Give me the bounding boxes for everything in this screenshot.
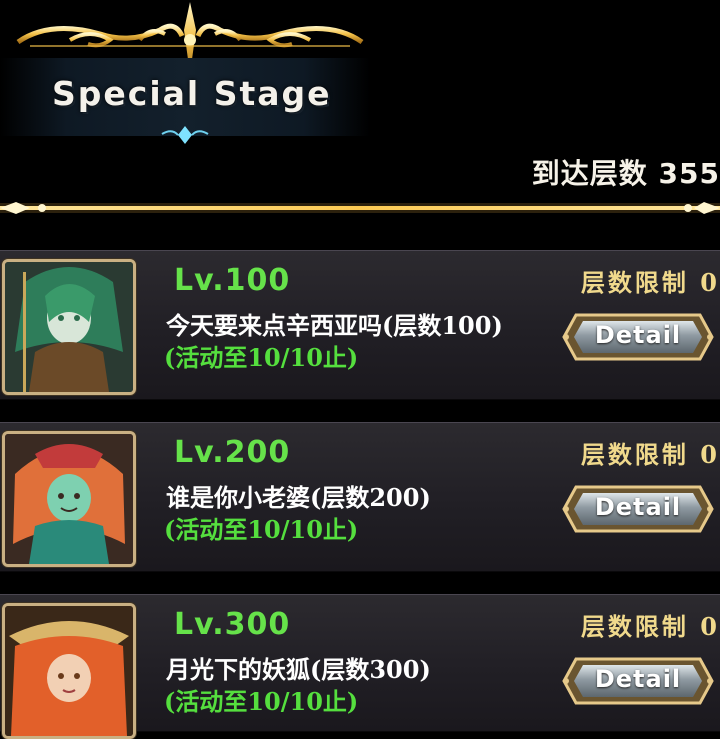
stage-level: Lv.300	[174, 607, 291, 642]
floor-limit: 层数限制 0	[580, 268, 720, 297]
detail-button-label: Detail	[594, 321, 682, 349]
stage-period: (活动至10/10止)	[164, 515, 359, 544]
floor-limit: 层数限制 0	[580, 612, 720, 641]
stage-name: 月光下的妖狐(层数300)	[166, 655, 431, 684]
stage-row: Lv.100 今天要来点辛西亚吗(层数100) (活动至10/10止) 层数限制…	[0, 250, 720, 400]
page-title: Special Stage	[52, 74, 332, 113]
stage-period: (活动至10/10止)	[164, 687, 359, 716]
reached-floors-value: 355	[658, 157, 720, 190]
stage-name: 今天要来点辛西亚吗(层数100)	[166, 311, 503, 340]
detail-button[interactable]: Detail	[556, 651, 720, 711]
reached-floors: 到达层数 355	[532, 152, 720, 192]
stage-level: Lv.200	[174, 435, 291, 470]
stage-level: Lv.100	[174, 263, 291, 298]
reached-floors-label: 到达层数	[531, 157, 648, 190]
stage-row: Lv.300 月光下的妖狐(层数300) (活动至10/10止) 层数限制 0 …	[0, 594, 720, 739]
stage-row: Lv.200 谁是你小老婆(层数200) (活动至10/10止) 层数限制 0 …	[0, 422, 720, 572]
detail-button[interactable]: Detail	[556, 479, 720, 539]
fox-girl-portrait	[2, 603, 136, 739]
red-haired-witch-portrait	[2, 431, 136, 567]
detail-button-label: Detail	[594, 665, 682, 693]
stage-period: (活动至10/10止)	[164, 343, 359, 372]
detail-button[interactable]: Detail	[556, 307, 720, 367]
detail-button-label: Detail	[594, 493, 682, 521]
gold-divider	[0, 202, 720, 214]
blue-gem-ornament	[161, 126, 209, 144]
floor-limit: 层数限制 0	[580, 440, 720, 469]
green-haired-warrior-portrait	[2, 259, 136, 395]
stage-name: 谁是你小老婆(层数200)	[166, 483, 431, 512]
